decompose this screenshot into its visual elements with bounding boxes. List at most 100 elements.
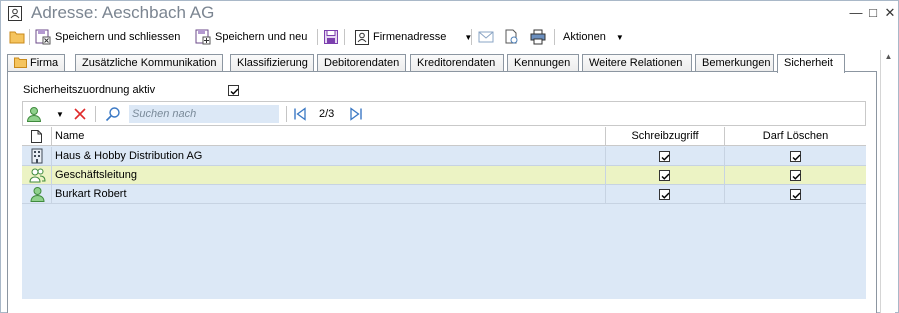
table-row[interactable]: Geschäftsleitung <box>22 166 866 185</box>
company-address-dropdown[interactable]: Firmenadresse ▼ <box>355 27 472 47</box>
table-row[interactable]: Burkart Robert <box>22 185 866 204</box>
user-icon <box>26 107 42 122</box>
toolbar-separator <box>29 29 30 45</box>
tab-label: Kreditorendaten <box>417 57 496 69</box>
building-icon <box>30 148 44 167</box>
checkmark-icon <box>792 173 801 180</box>
tab-kreditorendaten[interactable]: Kreditorendaten <box>410 54 504 72</box>
toolbar-separator <box>286 106 287 122</box>
checkmark-icon <box>230 88 239 95</box>
print-button[interactable] <box>530 27 550 47</box>
tab-label: Firma <box>30 57 59 69</box>
skip-next-icon <box>350 107 362 121</box>
security-grid: Name Schreibzugriff Darf Löschen Haus & … <box>22 127 866 299</box>
column-divider <box>724 185 725 204</box>
column-divider <box>605 147 606 166</box>
next-record-button[interactable] <box>349 105 363 123</box>
may-delete-checkbox[interactable] <box>790 170 801 181</box>
security-assignment-checkbox[interactable] <box>228 84 239 96</box>
column-divider <box>51 185 52 204</box>
document-link-button[interactable] <box>504 27 524 47</box>
may-delete-checkbox[interactable] <box>790 151 801 162</box>
actions-label: Aktionen <box>563 31 606 43</box>
window-title: Adresse: Aeschbach AG <box>31 3 215 22</box>
toolbar-separator <box>317 29 318 45</box>
add-user-dropdown[interactable]: ▼ <box>56 105 64 123</box>
row-name: Burkart Robert <box>55 188 127 200</box>
tab-zusaetzliche-kommunikation[interactable]: Zusätzliche Kommunikation <box>75 54 223 72</box>
skip-first-icon <box>294 107 306 121</box>
address-card-icon <box>355 29 369 45</box>
delete-button[interactable] <box>73 105 87 123</box>
caret-down-icon: ▼ <box>56 109 64 119</box>
column-header-may-delete[interactable]: Darf Löschen <box>725 127 866 146</box>
tab-label: Kennungen <box>514 57 571 69</box>
column-header-write-access[interactable]: Schreibzugriff <box>606 127 724 146</box>
scroll-up-arrow-icon[interactable]: ▲ <box>881 50 896 64</box>
save-close-button[interactable]: Speichern und schliessen <box>35 27 180 47</box>
save-new-icon <box>195 29 211 45</box>
column-divider <box>605 166 606 185</box>
grid-toolbar: ▼ Suchen nach 2/3 <box>22 101 866 126</box>
save-new-button[interactable]: Speichern und neu <box>195 27 307 47</box>
maximize-button[interactable]: □ <box>865 5 881 21</box>
tab-sicherheit[interactable]: Sicherheit <box>777 54 845 73</box>
printer-icon <box>530 29 546 45</box>
column-header-name[interactable]: Name <box>55 127 84 146</box>
search-input[interactable]: Suchen nach <box>129 105 279 123</box>
column-divider <box>51 147 52 166</box>
tab-label: Weitere Relationen <box>589 57 683 69</box>
document-link-icon <box>505 29 518 44</box>
close-button[interactable]: ✕ <box>882 5 898 21</box>
first-record-button[interactable] <box>293 105 307 123</box>
search-button[interactable] <box>105 105 121 123</box>
grid-header: Name Schreibzugriff Darf Löschen <box>22 127 866 146</box>
tab-weitere-relationen[interactable]: Weitere Relationen <box>582 54 692 72</box>
tab-bemerkungen[interactable]: Bemerkungen <box>695 54 774 72</box>
tab-debitorendaten[interactable]: Debitorendaten <box>317 54 406 72</box>
open-folder-button[interactable] <box>9 27 29 47</box>
tab-label: Bemerkungen <box>702 57 771 69</box>
main-toolbar: Speichern und schliessen Speichern und n… <box>1 26 898 48</box>
title-bar: Adresse: Aeschbach AG — □ ✕ <box>1 1 898 26</box>
actions-dropdown[interactable]: Aktionen ▼ <box>563 27 624 47</box>
folder-icon <box>9 31 25 44</box>
document-icon <box>31 130 42 144</box>
tab-label: Sicherheit <box>784 57 833 69</box>
row-name: Haus & Hobby Distribution AG <box>55 150 203 162</box>
tab-label: Zusätzliche Kommunikation <box>82 57 217 69</box>
add-user-button[interactable] <box>26 105 42 123</box>
search-icon <box>105 107 120 122</box>
column-divider <box>605 185 606 204</box>
toolbar-separator <box>95 106 96 122</box>
write-access-checkbox[interactable] <box>659 189 670 200</box>
save-new-label: Speichern und neu <box>215 31 308 43</box>
vertical-scrollbar[interactable]: ▲ <box>880 50 895 313</box>
column-divider <box>51 166 52 185</box>
may-delete-checkbox[interactable] <box>790 189 801 200</box>
email-button[interactable] <box>478 27 498 47</box>
address-window: Adresse: Aeschbach AG — □ ✕ Speichern un… <box>0 0 899 313</box>
table-row[interactable]: Haus & Hobby Distribution AG <box>22 147 866 166</box>
envelope-icon <box>478 31 494 43</box>
tab-label: Klassifizierung <box>237 57 308 69</box>
address-card-icon <box>8 6 22 21</box>
row-name: Geschäftsleitung <box>55 169 137 181</box>
user-icon <box>30 186 45 205</box>
checkmark-icon <box>792 154 801 161</box>
minimize-button[interactable]: — <box>848 5 864 21</box>
tab-kennungen[interactable]: Kennungen <box>507 54 579 72</box>
write-access-checkbox[interactable] <box>659 151 670 162</box>
column-divider <box>724 147 725 166</box>
save-icon <box>324 30 338 44</box>
toolbar-separator <box>344 29 345 45</box>
tab-klassifizierung[interactable]: Klassifizierung <box>230 54 314 72</box>
checkmark-icon <box>661 154 670 161</box>
tab-firma[interactable]: Firma <box>7 54 65 72</box>
tab-label: Debitorendaten <box>324 57 400 69</box>
company-address-label: Firmenadresse <box>373 31 447 43</box>
save-button[interactable] <box>323 27 343 47</box>
column-divider <box>724 166 725 185</box>
write-access-checkbox[interactable] <box>659 170 670 181</box>
toolbar-separator <box>471 29 472 45</box>
